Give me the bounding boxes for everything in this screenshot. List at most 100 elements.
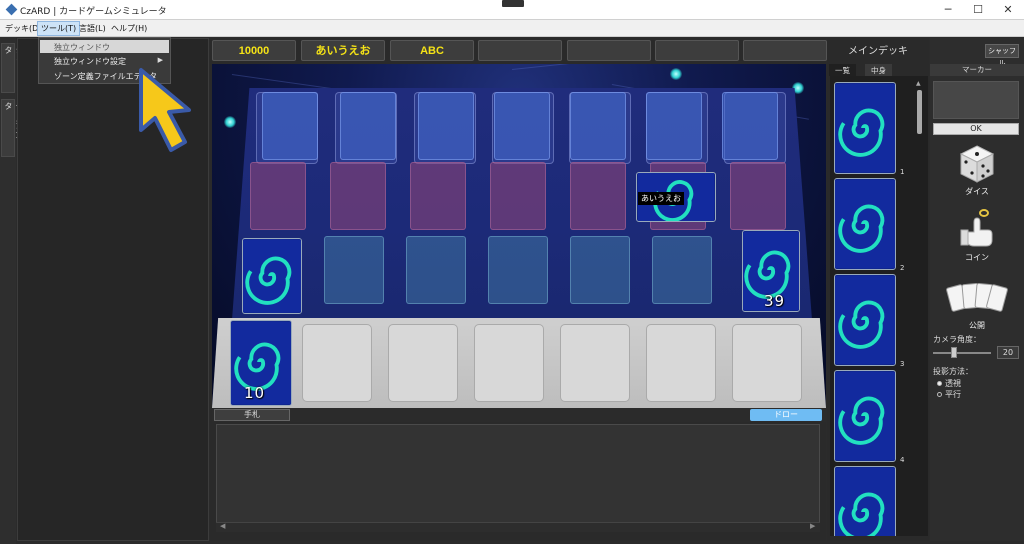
glow-orb xyxy=(224,116,236,128)
card-slot[interactable] xyxy=(406,236,466,304)
menu-tools[interactable]: ツール(T) xyxy=(36,21,81,36)
deck-index: 2 xyxy=(900,264,905,272)
reveal-label: 公開 xyxy=(969,321,985,330)
menu-help[interactable]: ヘルプ(H) xyxy=(108,22,150,35)
counter-4[interactable] xyxy=(478,40,562,61)
menu-item-label: 独立ウィンドウ設定 xyxy=(54,57,126,66)
radio-dot xyxy=(937,392,942,397)
title-bar: CzARD | カードゲームシミュレータ ─ ☐ ✕ xyxy=(0,0,1024,20)
coin-label: コイン xyxy=(965,253,989,262)
card-slot[interactable] xyxy=(722,92,778,160)
card-slot[interactable] xyxy=(652,236,712,304)
counter-5[interactable] xyxy=(567,40,651,61)
maximize-button[interactable]: ☐ xyxy=(964,2,992,18)
card-slot[interactable] xyxy=(418,92,474,160)
coin-tool[interactable]: コイン xyxy=(930,208,1024,263)
slider-knob[interactable] xyxy=(951,347,957,358)
menu-language[interactable]: 言語(L) xyxy=(76,22,109,35)
tab-contents[interactable]: 中身 xyxy=(865,64,892,76)
draw-button[interactable]: ドロー xyxy=(750,409,822,421)
deck-title: メインデッキ xyxy=(848,46,908,57)
radio-label: 平行 xyxy=(945,390,961,399)
counter-6[interactable] xyxy=(655,40,739,61)
projection-label: 投影方法： xyxy=(933,367,973,376)
dice-label: ダイス xyxy=(965,187,989,196)
deck-tabs: 一覧 中身 xyxy=(829,64,929,76)
card-slot[interactable] xyxy=(340,92,396,160)
card-slot[interactable] xyxy=(570,92,626,160)
card-slot[interactable] xyxy=(488,236,548,304)
tab-deck-editor[interactable]: デッキエディタ xyxy=(1,99,24,157)
deck-list-card[interactable] xyxy=(834,274,896,366)
window-title: CzARD | カードゲームシミュレータ xyxy=(20,7,167,17)
deck-list-card[interactable] xyxy=(834,82,896,174)
counter-2[interactable]: あいうえお xyxy=(301,40,385,61)
deck-list-card[interactable] xyxy=(834,178,896,270)
card-slot[interactable] xyxy=(570,162,626,230)
tab-list[interactable]: 一覧 xyxy=(829,64,856,76)
counter-1[interactable]: 10000 xyxy=(212,40,296,61)
deck-index: 1 xyxy=(900,168,905,176)
submenu-arrow-icon: ▶ xyxy=(157,56,163,64)
side-tabs: シミュレータ デッキエディタ xyxy=(0,37,24,544)
camera-angle-value[interactable]: 20 xyxy=(997,346,1019,359)
card-slot[interactable] xyxy=(646,92,702,160)
bottom-tab-bar: 手札 ドロー xyxy=(212,408,826,422)
play-board xyxy=(232,88,812,320)
camera-angle-label: カメラ角度： xyxy=(933,335,981,344)
app-icon xyxy=(5,3,18,16)
game-field[interactable]: あいうえお 39 10 xyxy=(212,64,826,408)
log-area[interactable] xyxy=(216,424,820,532)
hand-count: 10 xyxy=(244,384,266,402)
card-slot[interactable] xyxy=(324,236,384,304)
glow-orb xyxy=(670,68,682,80)
deck-card-list[interactable]: 1 2 3 4 xyxy=(830,76,928,536)
hand-zone xyxy=(212,318,826,408)
minimize-button[interactable]: ─ xyxy=(934,2,962,18)
card-slot[interactable] xyxy=(262,92,318,160)
card-slot[interactable] xyxy=(250,162,306,230)
drag-handle[interactable] xyxy=(502,0,524,7)
marker-header: マーカー xyxy=(930,64,1024,76)
ok-button[interactable]: OK xyxy=(933,123,1019,135)
close-button[interactable]: ✕ xyxy=(994,2,1022,18)
deck-list-card[interactable] xyxy=(834,370,896,462)
counter-bar: 10000 あいうえお ABC xyxy=(212,40,827,61)
card-slot[interactable] xyxy=(730,162,786,230)
card-slot[interactable] xyxy=(330,162,386,230)
card-slot[interactable] xyxy=(570,236,630,304)
deck-list-card[interactable] xyxy=(834,466,896,536)
card-name-label: あいうえお xyxy=(638,192,684,205)
marker-box[interactable] xyxy=(933,81,1019,119)
reveal-tool[interactable]: 公開 xyxy=(930,282,1024,331)
card-slot[interactable] xyxy=(494,92,550,160)
card-slot[interactable] xyxy=(410,162,466,230)
card-slot[interactable] xyxy=(490,162,546,230)
deck-index: 4 xyxy=(900,456,905,464)
log-scrollbar[interactable]: ◀ ▶ xyxy=(216,522,820,532)
deck-scrollbar[interactable]: ▲ xyxy=(916,80,924,536)
dice-icon xyxy=(959,145,995,183)
tab-hand[interactable]: 手札 xyxy=(214,409,290,421)
pointer-arrow-icon xyxy=(139,68,191,152)
menu-item-standalone-window[interactable]: 独立ウィンドウ xyxy=(40,40,169,53)
dice-tool[interactable]: ダイス xyxy=(930,144,1024,197)
deck-index: 3 xyxy=(900,360,905,368)
scroll-up-icon[interactable]: ▲ xyxy=(916,80,921,87)
counter-3[interactable]: ABC xyxy=(390,40,474,61)
menu-bar: デッキ(D) ツール(T) 言語(L) ヘルプ(H) xyxy=(0,20,1024,37)
radio-label: 透視 xyxy=(945,379,961,388)
field-card-left[interactable] xyxy=(242,238,302,314)
tab-simulator[interactable]: シミュレータ xyxy=(1,43,24,93)
scroll-thumb[interactable] xyxy=(917,90,922,134)
deck-count: 39 xyxy=(764,292,786,310)
cards-icon xyxy=(946,283,1008,312)
counter-7[interactable] xyxy=(743,40,827,61)
shuffle-button[interactable]: シャッフル xyxy=(985,44,1019,67)
coin-icon xyxy=(960,209,993,247)
projection-parallel-radio[interactable]: 平行 xyxy=(937,389,961,400)
scroll-left-icon[interactable]: ◀ xyxy=(220,522,225,530)
projection-perspective-radio[interactable]: 透視 xyxy=(937,378,961,389)
camera-angle-slider[interactable] xyxy=(933,347,991,358)
scroll-right-icon[interactable]: ▶ xyxy=(810,522,815,530)
